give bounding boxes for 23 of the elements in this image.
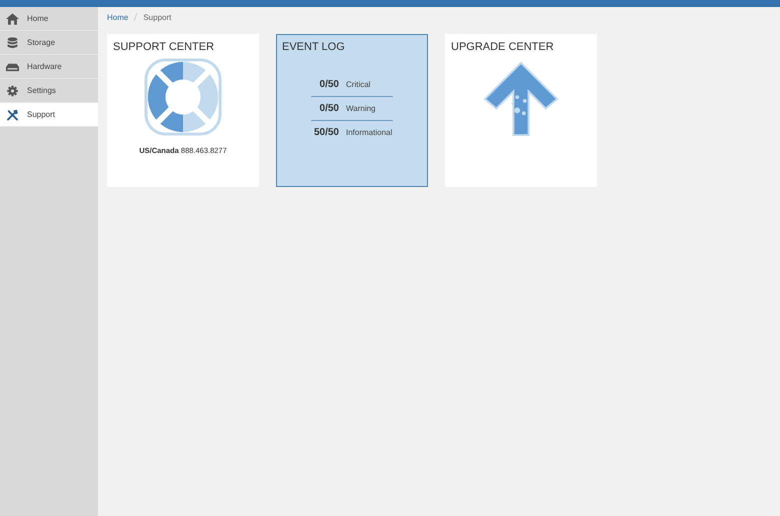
breadcrumb-link[interactable]: Home <box>107 12 128 22</box>
event-label: Informational <box>346 128 392 137</box>
settings-icon <box>6 84 19 96</box>
event-count: 0/50 <box>318 103 339 114</box>
home-icon <box>6 12 19 24</box>
sidebar-item[interactable]: Storage <box>0 31 98 55</box>
card[interactable]: UPGRADE CENTER <box>445 34 597 187</box>
sidebar-item[interactable]: Home <box>0 7 98 31</box>
event-count: 50/50 <box>312 127 339 138</box>
card-title: EVENT LOG <box>281 40 346 53</box>
sidebar-item[interactable]: Support <box>0 103 98 127</box>
card-title: UPGRADE CENTER <box>450 40 555 53</box>
database-icon <box>6 36 19 48</box>
card[interactable]: EVENT LOG 0/50 Critical 0/50 Warning 50/50 Informational <box>276 34 428 187</box>
up-arrow-icon <box>483 61 559 137</box>
lifebuoy-icon <box>144 58 222 136</box>
breadcrumb-current: Support <box>143 12 172 22</box>
card-title: SUPPORT CENTER <box>112 40 216 53</box>
event-label: Warning <box>346 104 376 113</box>
tools-icon <box>6 108 19 120</box>
sidebar-item[interactable]: Hardware <box>0 55 98 79</box>
event-label: Critical <box>346 80 370 89</box>
event-count: 0/50 <box>318 79 339 90</box>
